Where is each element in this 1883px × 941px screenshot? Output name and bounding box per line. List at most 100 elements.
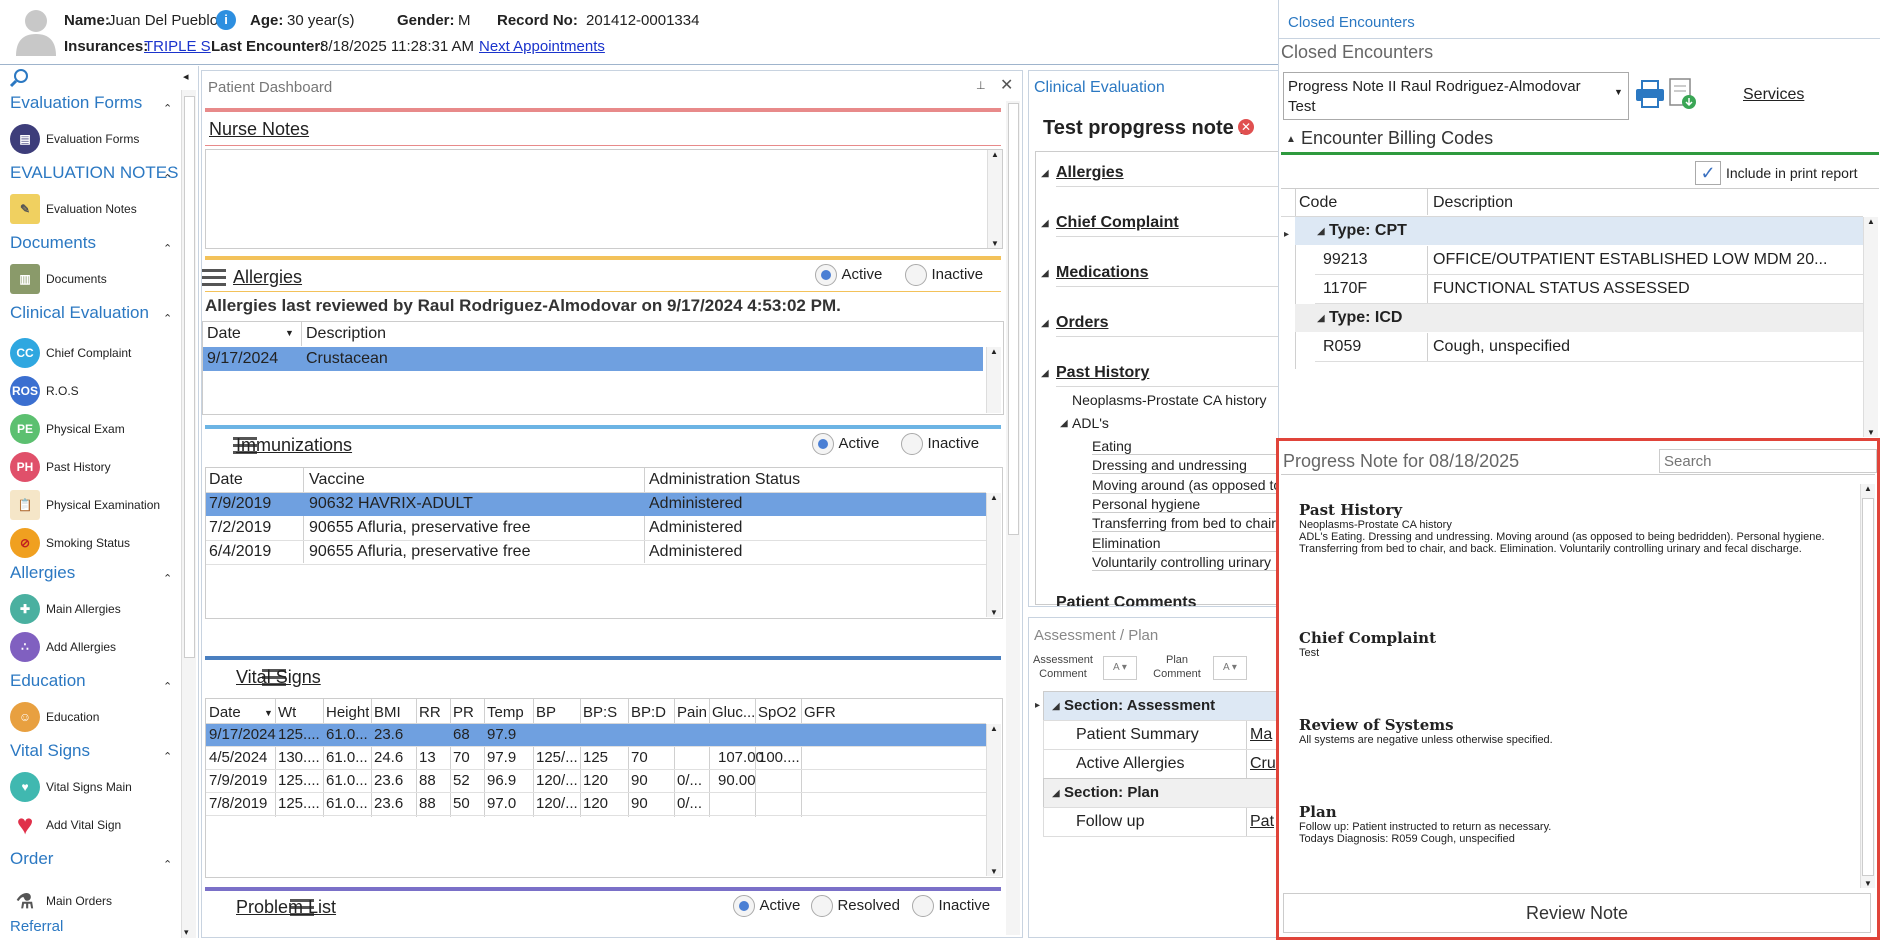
include-print-checkbox[interactable]: ✓ [1695, 161, 1721, 185]
chevron-up-icon[interactable]: ⌃ [163, 312, 172, 325]
table-row[interactable]: 99213 OFFICE/OUTPATIENT ESTABLISHED LOW … [1315, 246, 1863, 275]
tree-subitem[interactable]: Moving around (as opposed to [1092, 477, 1279, 494]
table-row[interactable]: 7/8/2019 125.... 61.0... 23.6 88 50 97.0 120/..… [206, 793, 986, 816]
sidebar-item-physical-examination[interactable]: 📋 Physical Examination [10, 490, 160, 520]
sidebar-item-main-allergies[interactable]: ✚ Main Allergies [10, 594, 121, 624]
collapse-icon[interactable]: ▲ [1286, 134, 1296, 145]
table-row[interactable]: 1170F FUNCTIONAL STATUS ASSESSED [1315, 275, 1863, 304]
sidebar-item-education[interactable]: ☺ Education [10, 702, 99, 732]
allergies-inactive-radio[interactable]: Inactive [905, 264, 983, 286]
column-header[interactable]: BMI [374, 704, 401, 721]
tree-item-past-history[interactable]: Past History [1056, 364, 1149, 382]
tree-item-medications[interactable]: Medications [1056, 264, 1148, 282]
collapse-icon[interactable]: ◢ [1041, 218, 1049, 229]
problem-list-title[interactable]: Problem List [236, 897, 336, 918]
sort-down-icon[interactable]: ▼ [264, 708, 273, 718]
immunizations-title[interactable]: Immunizations [236, 435, 352, 456]
sidebar-item-physical-exam[interactable]: PE Physical Exam [10, 414, 125, 444]
column-header[interactable]: Date [207, 325, 241, 343]
sidebar-section-clinical-evaluation[interactable]: Clinical Evaluation [10, 303, 149, 323]
plan-comment-dropdown[interactable]: A ▾ [1213, 656, 1247, 680]
sidebar-section-evaluation-notes[interactable]: EVALUATION NOTES [10, 163, 178, 183]
collapse-icon[interactable]: ◢ [1041, 168, 1049, 179]
tree-subitem[interactable]: Voluntarily controlling urinary [1092, 554, 1279, 571]
sidebar-item-smoking-status[interactable]: ⊘ Smoking Status [10, 528, 130, 558]
expand-icon[interactable]: ▸ [1035, 700, 1040, 711]
table-row[interactable]: 7/2/2019 90655 Afluria, preservative fre… [206, 517, 986, 541]
export-icon[interactable] [1669, 78, 1697, 115]
problem-resolved-radio[interactable]: Resolved [811, 895, 900, 917]
sidebar-item-vital-signs-main[interactable]: ♥ Vital Signs Main [10, 772, 132, 802]
sidebar-item-add-vital-sign[interactable]: ♥ Add Vital Sign [10, 809, 121, 840]
column-header[interactable]: Temp [487, 704, 524, 721]
tree-item-patient-comments[interactable]: Patient Comments [1056, 594, 1196, 606]
allergies-active-radio[interactable]: Active [815, 264, 882, 286]
problem-active-radio[interactable]: Active [733, 895, 800, 917]
tree-item-orders[interactable]: Orders [1056, 314, 1108, 332]
allergies-title[interactable]: Allergies [233, 267, 302, 288]
sidebar-item-evaluation-forms[interactable]: ▤ Evaluation Forms [10, 124, 139, 154]
progress-note-scrollbar[interactable]: ▲ ▼ [1860, 484, 1875, 888]
column-header[interactable]: Wt [278, 704, 296, 721]
type-icd-row[interactable]: ◢ Type: ICD [1295, 304, 1863, 332]
column-header[interactable]: BP:S [583, 704, 617, 721]
column-header[interactable]: Date [209, 704, 241, 721]
immunizations-active-radio[interactable]: Active [812, 433, 879, 455]
column-header[interactable]: Pain [677, 704, 707, 721]
nurse-notes-textarea[interactable]: ▲ ▼ [205, 149, 1003, 249]
collapse-sidebar-icon[interactable]: ◂ [183, 70, 189, 83]
table-row[interactable]: 7/9/2019 125.... 61.0... 23.6 88 52 96.9 120/..… [206, 770, 986, 793]
table-row[interactable]: 6/4/2019 90655 Afluria, preservative fre… [206, 541, 986, 565]
sidebar-section-evaluation-forms[interactable]: Evaluation Forms [10, 93, 142, 113]
tree-subitem[interactable]: Personal hygiene [1092, 496, 1279, 513]
column-header[interactable]: SpO2 [758, 704, 796, 721]
section-assessment-row[interactable]: ◢ Section: Assessment [1043, 691, 1279, 721]
sidebar-section-allergies[interactable]: Allergies [10, 563, 75, 583]
table-row[interactable]: R059 Cough, unspecified [1315, 333, 1863, 362]
closed-encounters-tab[interactable]: Closed Encounters [1288, 14, 1415, 31]
tree-item-allergies[interactable]: Allergies [1056, 164, 1124, 182]
sidebar-section-referral[interactable]: Referral [10, 918, 63, 935]
column-header[interactable]: Vaccine [309, 471, 365, 489]
chevron-up-icon[interactable]: ⌃ [163, 858, 172, 871]
close-icon[interactable]: ✕ [1000, 75, 1013, 95]
review-note-button[interactable]: Review Note [1283, 893, 1871, 933]
dashboard-scrollbar[interactable] [1006, 101, 1020, 935]
collapse-icon[interactable]: ◢ [1041, 268, 1049, 279]
column-header[interactable]: Code [1299, 194, 1337, 212]
sidebar-section-education[interactable]: Education [10, 671, 86, 691]
encounter-select[interactable]: Progress Note II Raul Rodriguez-Almodova… [1283, 72, 1629, 120]
sidebar-scrollbar[interactable]: ▾ [181, 90, 196, 938]
table-row[interactable]: 9/17/2024 Crustacean [203, 347, 983, 371]
sidebar-section-documents[interactable]: Documents [10, 233, 96, 253]
tree-subitem[interactable]: ADL's [1072, 415, 1109, 431]
chevron-up-icon[interactable]: ⌃ [163, 172, 172, 185]
tree-subitem[interactable]: Eating [1092, 438, 1279, 455]
sort-down-icon[interactable]: ▼ [285, 328, 294, 338]
column-header[interactable]: Height [326, 704, 369, 721]
sidebar-section-vital-signs[interactable]: Vital Signs [10, 741, 90, 761]
sidebar-item-past-history[interactable]: PH Past History [10, 452, 111, 482]
sidebar-item-documents[interactable]: ▥ Documents [10, 264, 107, 294]
allergies-menu-icon[interactable] [202, 269, 226, 287]
table-row[interactable]: 4/5/2024 130.... 61.0... 24.6 13 70 97.9 125/..… [206, 747, 986, 770]
sidebar-item-add-allergies[interactable]: ∴ Add Allergies [10, 632, 116, 662]
column-header[interactable]: PR [453, 704, 474, 721]
chevron-up-icon[interactable]: ⌃ [163, 572, 172, 585]
collapse-icon[interactable]: ◢ [1060, 418, 1068, 429]
column-header[interactable]: Date [209, 471, 243, 489]
chevron-up-icon[interactable]: ⌃ [163, 102, 172, 115]
immunizations-inactive-radio[interactable]: Inactive [901, 433, 979, 455]
tree-subitem[interactable]: Elimination [1092, 535, 1279, 552]
sidebar-item-evaluation-notes[interactable]: ✎ Evaluation Notes [10, 194, 137, 224]
pin-icon[interactable]: ⊥ [976, 79, 986, 92]
column-header[interactable]: Administration Status [649, 471, 800, 489]
column-header[interactable]: BP [536, 704, 556, 721]
table-row[interactable]: Active Allergies Cru [1043, 749, 1279, 779]
collapse-icon[interactable]: ◢ [1041, 368, 1049, 379]
info-icon[interactable]: i [216, 10, 236, 30]
column-header[interactable]: Gluc... [712, 704, 755, 721]
table-row[interactable]: Patient Summary Ma [1043, 720, 1279, 750]
chevron-up-icon[interactable]: ⌃ [163, 750, 172, 763]
section-plan-row[interactable]: ◢ Section: Plan [1043, 778, 1279, 808]
